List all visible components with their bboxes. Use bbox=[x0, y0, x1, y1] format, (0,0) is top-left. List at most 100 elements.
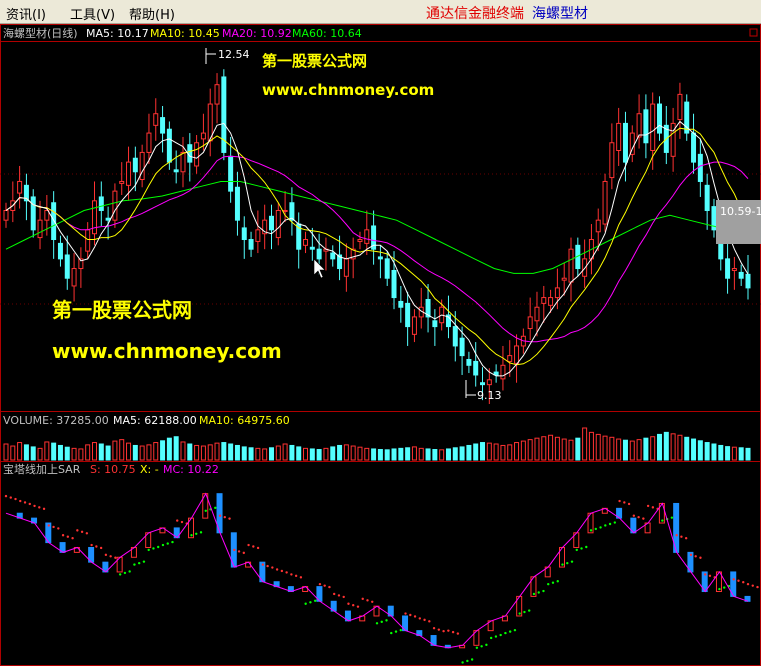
sar-dot bbox=[489, 636, 493, 640]
sar-dot bbox=[19, 499, 22, 503]
candle bbox=[248, 231, 254, 257]
candle-body bbox=[268, 215, 274, 231]
sar-dot bbox=[708, 574, 712, 578]
sar-dot bbox=[718, 587, 721, 591]
volume-bar bbox=[316, 449, 322, 461]
sar-dot bbox=[166, 542, 169, 545]
menu-tools[interactable]: 工具(V) bbox=[70, 4, 115, 23]
volume-bar bbox=[500, 444, 506, 461]
panel-close-icon[interactable] bbox=[749, 28, 758, 37]
candle bbox=[214, 73, 220, 124]
volume-bar bbox=[119, 439, 125, 461]
sar-dot bbox=[228, 517, 231, 520]
candle-body bbox=[595, 219, 601, 233]
volume-bar bbox=[194, 444, 200, 461]
volume-bar bbox=[602, 435, 608, 461]
sar-dot bbox=[442, 629, 445, 633]
sar-dot bbox=[347, 602, 350, 605]
sar-dot bbox=[528, 609, 531, 612]
candle-body bbox=[316, 248, 322, 260]
volume-bar bbox=[234, 444, 240, 461]
volume-bar bbox=[445, 448, 451, 461]
sar-dot bbox=[556, 580, 559, 583]
candle-body bbox=[725, 258, 731, 279]
sar-dot bbox=[561, 563, 564, 566]
sar-dot bbox=[661, 519, 664, 522]
candle-body bbox=[486, 379, 492, 386]
sar-dot bbox=[47, 524, 51, 527]
stock-chart[interactable]: 海螺型材(日线) MA5: 10.17 MA10: 10.45 MA20: 10… bbox=[0, 24, 761, 666]
sar-dot bbox=[42, 507, 46, 511]
candle-body bbox=[248, 239, 254, 250]
sar-dot bbox=[99, 546, 103, 550]
stock-name-tag: 海螺型材 bbox=[532, 6, 588, 22]
sar-dot bbox=[337, 594, 341, 597]
volume-bar bbox=[139, 445, 145, 461]
volume-bar bbox=[616, 438, 622, 461]
sar-dot bbox=[76, 529, 79, 532]
sar-dot bbox=[699, 556, 702, 559]
candle bbox=[139, 144, 145, 188]
candle bbox=[207, 88, 213, 157]
volume-bar bbox=[248, 447, 254, 461]
volume-bar bbox=[452, 447, 458, 461]
candle-body bbox=[534, 306, 540, 322]
candle-body bbox=[64, 254, 70, 279]
sar-dot bbox=[508, 630, 512, 633]
volume-bar bbox=[57, 444, 63, 461]
candle bbox=[697, 138, 703, 197]
menu-help[interactable]: 帮助(H) bbox=[129, 4, 175, 23]
candle bbox=[377, 245, 383, 279]
candle bbox=[514, 334, 520, 383]
candle bbox=[473, 342, 479, 387]
volume-bar bbox=[23, 444, 29, 461]
sar-dot bbox=[461, 661, 464, 664]
sar-dot bbox=[570, 560, 574, 563]
sar-dot bbox=[594, 527, 597, 531]
candle bbox=[691, 113, 697, 174]
sar-dot bbox=[451, 630, 455, 634]
sar-dot bbox=[413, 615, 417, 618]
candle bbox=[609, 123, 615, 190]
volume-bar bbox=[731, 446, 737, 461]
sar-dot bbox=[109, 555, 112, 558]
candle-body bbox=[3, 209, 9, 221]
menu-info[interactable]: 资讯(I) bbox=[6, 4, 46, 23]
sar-dot bbox=[261, 563, 265, 566]
candle-body bbox=[650, 103, 656, 151]
candle bbox=[643, 94, 649, 159]
high-price-label: 12.54 bbox=[218, 48, 250, 61]
sar-dot bbox=[290, 573, 293, 576]
candle bbox=[432, 309, 438, 346]
candle bbox=[405, 291, 411, 346]
candle-body bbox=[377, 256, 383, 260]
sar-dot bbox=[684, 536, 688, 540]
candle-body bbox=[452, 326, 458, 347]
candle-body bbox=[738, 271, 744, 279]
volume-bar bbox=[493, 443, 499, 461]
sar-dot bbox=[275, 568, 279, 571]
candle bbox=[493, 364, 499, 383]
sar-dot bbox=[4, 494, 8, 498]
candle-body bbox=[548, 297, 554, 306]
price-header-name: 海螺型材(日线) bbox=[3, 26, 78, 40]
volume-bar bbox=[459, 446, 465, 461]
volume-bar bbox=[228, 443, 234, 461]
candle-body bbox=[616, 122, 622, 151]
candle-body bbox=[105, 217, 111, 221]
candle-body bbox=[643, 109, 649, 144]
volume-bar bbox=[561, 438, 567, 461]
volume-bar bbox=[554, 436, 560, 461]
volume-bar bbox=[357, 446, 363, 461]
candle bbox=[180, 136, 186, 188]
volume-bar bbox=[527, 439, 533, 461]
volume-bar bbox=[377, 449, 383, 461]
sar-dot bbox=[252, 545, 255, 548]
candle-body bbox=[173, 169, 179, 173]
candle bbox=[384, 251, 390, 286]
sar-dot bbox=[375, 622, 379, 625]
sar-dot bbox=[737, 579, 740, 582]
sar-dot bbox=[352, 604, 355, 607]
sar-dot bbox=[447, 629, 450, 632]
candle bbox=[91, 181, 97, 246]
